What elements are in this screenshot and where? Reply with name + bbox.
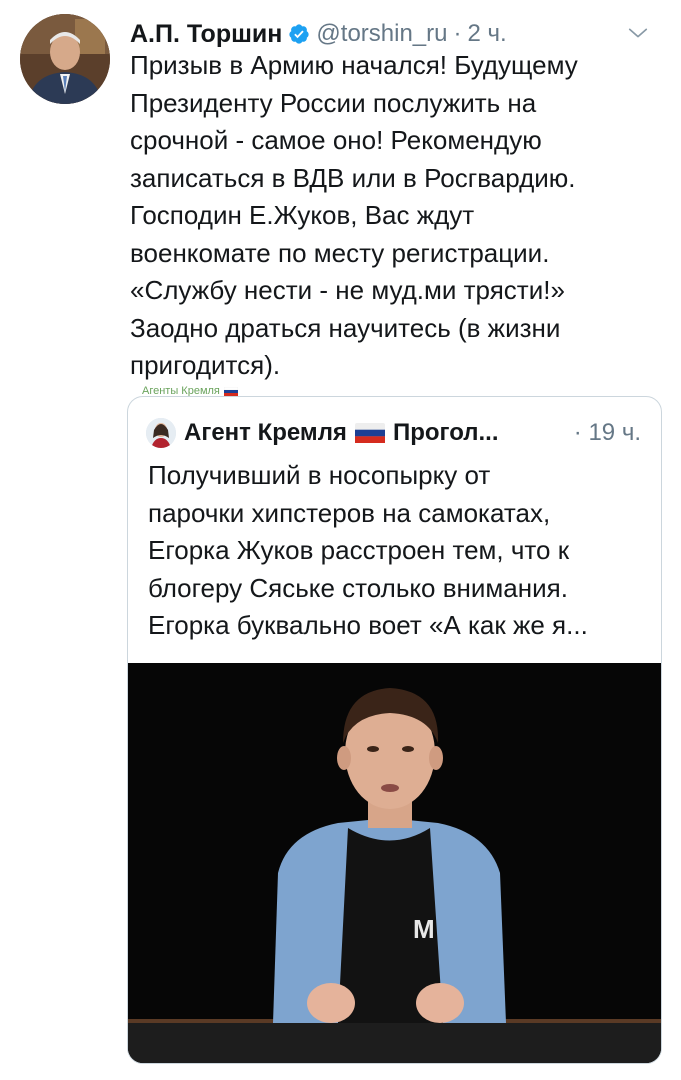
tweet-text-line: срочной - самое оно! Рекомендую xyxy=(130,125,542,155)
quoted-video-thumbnail[interactable]: M xyxy=(128,663,661,1063)
quoted-text-line: парочки хипстеров на самокатах, xyxy=(148,497,551,528)
russian-flag-icon xyxy=(223,386,238,396)
chevron-down-icon[interactable] xyxy=(627,22,649,44)
svg-text:M: M xyxy=(413,914,435,944)
quoted-text-line: Егорка Жуков расстроен тем, что к xyxy=(148,535,570,565)
russian-flag-icon xyxy=(354,423,385,443)
quoted-author-name-suffix[interactable]: Прогол... xyxy=(393,419,499,447)
author-avatar[interactable] xyxy=(20,14,110,104)
tweet-text-line: Заодно драться научитесь (в жизни xyxy=(130,312,561,343)
tweet-time[interactable]: 2 ч. xyxy=(468,20,507,48)
tweet-text-line: Господин Е.Жуков, Вас ждут xyxy=(130,200,475,230)
verified-badge-icon xyxy=(289,24,310,44)
quoted-author-avatar[interactable] xyxy=(146,418,176,448)
quoted-tweet-card[interactable]: Агент Кремля Прогол... · 19 ч. Получивши… xyxy=(127,396,662,1064)
quoted-author-name[interactable]: Агент Кремля xyxy=(184,419,347,447)
tweet-text-line: Призыв в Армию начался! Будущему xyxy=(130,50,578,80)
quoted-time-value: 19 ч. xyxy=(588,419,641,446)
quoted-text-line: блогеру Сяське столько внимания. xyxy=(148,572,568,603)
quoted-tweet-time[interactable]: · 19 ч. xyxy=(574,419,641,447)
tweet-text-line: военкомате по месту регистрации. xyxy=(130,237,550,268)
separator-dot: · xyxy=(573,419,582,446)
quoted-tweet-text: Получивший в носопырку от парочки хипсте… xyxy=(148,457,648,645)
tweet-text-line: записаться в ВДВ или в Росгвардию. xyxy=(130,162,576,193)
separator-dot: · xyxy=(453,20,462,47)
author-handle[interactable]: @torshin_ru xyxy=(316,20,447,48)
quoted-tweet-header: Агент Кремля Прогол... · 19 ч. xyxy=(146,415,647,451)
author-name[interactable]: А.П. Торшин xyxy=(130,20,282,49)
quoted-text-line: Получивший в носопырку от xyxy=(148,460,491,490)
tweet-text: Призыв в Армию начался! Будущему Президе… xyxy=(130,47,660,385)
quoted-text-line: Егорка буквально воет «А как же я... xyxy=(148,610,588,640)
tweet-text-line: Президенту России послужить на xyxy=(130,87,537,118)
tweet-text-line: пригодится). xyxy=(130,350,281,380)
tweet-text-line: «Службу нести - не муд.ми трясти!» xyxy=(130,275,565,305)
